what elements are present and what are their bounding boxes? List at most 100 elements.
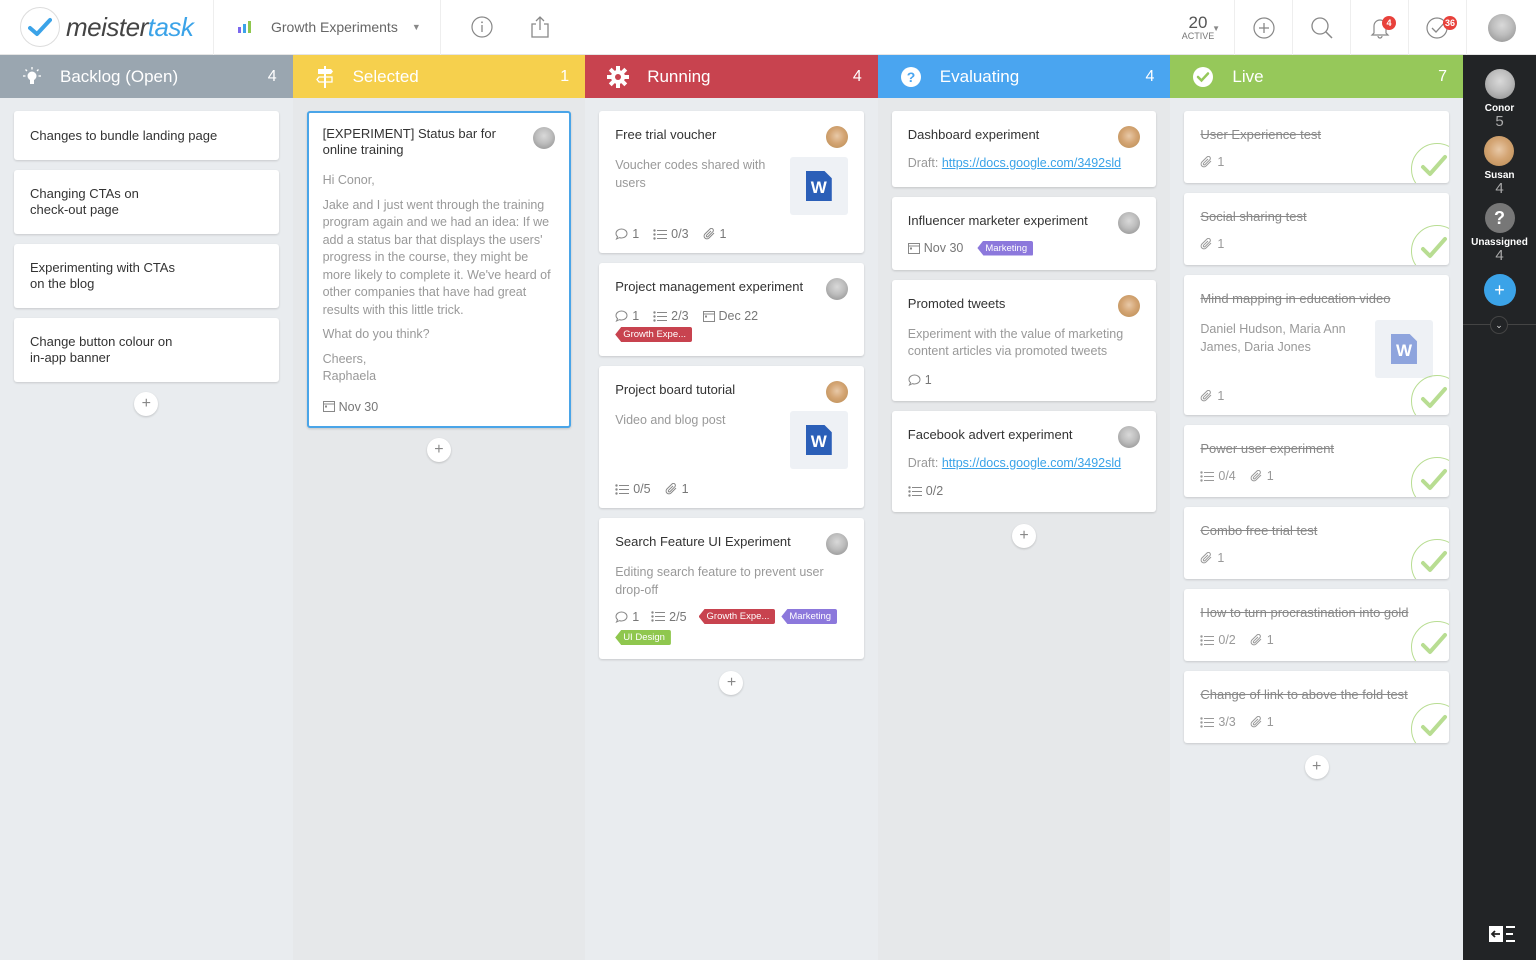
- top-bar: meistertask Growth Experiments ▼ 20 ACTI…: [0, 0, 1536, 55]
- tag-marketing[interactable]: Marketing: [781, 609, 838, 624]
- assignee-filter-unassigned[interactable]: ? Unassigned 4: [1471, 203, 1528, 264]
- tag-marketing[interactable]: Marketing: [977, 240, 1034, 256]
- desc-paragraph: Hi Conor,: [322, 173, 375, 187]
- add-task-button[interactable]: +: [719, 671, 744, 695]
- assignee-avatar: [825, 126, 848, 148]
- tag-growth[interactable]: Growth Expe...: [615, 327, 693, 342]
- completed-check-icon[interactable]: [1410, 225, 1449, 265]
- card-meta: 1: [908, 373, 1141, 387]
- comments: 1: [615, 610, 639, 624]
- add-task-button[interactable]: +: [1012, 524, 1037, 548]
- task-card-completed[interactable]: User Experience test 1: [1184, 111, 1449, 183]
- checklist: 2/5: [651, 610, 687, 624]
- paperclip-icon: [1250, 469, 1262, 481]
- task-card[interactable]: Search Feature UI Experiment Editing sea…: [599, 518, 864, 659]
- due-date-text: Dec 22: [718, 309, 759, 323]
- my-tasks-button[interactable]: 36: [1408, 0, 1466, 55]
- lightbulb-icon: [23, 66, 41, 84]
- notifications-button[interactable]: 4: [1350, 0, 1408, 55]
- word-attachment-thumbnail[interactable]: W: [789, 157, 848, 215]
- task-card[interactable]: Change button colour on in-app banner: [14, 318, 279, 382]
- task-card[interactable]: Dashboard experiment Draft: https://docs…: [891, 111, 1157, 187]
- card-meta: Nov 30: [322, 400, 556, 414]
- attachments: 1: [1200, 389, 1224, 403]
- completed-check-icon[interactable]: [1410, 539, 1449, 579]
- assignee-filter-susan[interactable]: Susan 4: [1484, 136, 1515, 197]
- task-card-completed[interactable]: Social sharing test 1: [1184, 193, 1449, 265]
- paperclip-icon: [1250, 633, 1262, 645]
- column-header[interactable]: Backlog (Open) 4: [0, 55, 293, 98]
- task-card[interactable]: Free trial voucher Voucher codes shared …: [599, 111, 864, 253]
- column-count: 1: [560, 67, 570, 85]
- expand-chevron-icon[interactable]: ⌄: [1490, 316, 1508, 334]
- share-button[interactable]: [511, 0, 569, 55]
- column-header[interactable]: Running 4: [585, 55, 878, 98]
- column-header[interactable]: Selected 1: [292, 55, 586, 98]
- logo[interactable]: meistertask: [0, 0, 214, 55]
- check-circle-icon: [1193, 66, 1214, 87]
- add-task-button[interactable]: +: [134, 392, 159, 416]
- task-card[interactable]: Changes to bundle landing page: [14, 111, 279, 160]
- column-header[interactable]: ? Evaluating 4: [877, 55, 1171, 98]
- assignee-filter-conor[interactable]: Conor 5: [1484, 69, 1515, 130]
- user-menu[interactable]: [1466, 0, 1536, 55]
- checklist-count: 0/5: [633, 482, 651, 496]
- tag-growth[interactable]: Growth Expe...: [698, 609, 776, 624]
- task-card-completed[interactable]: Change of link to above the fold test 3/3…: [1184, 671, 1449, 743]
- column-selected: Selected 1 [EXPERIMENT] Status bar for o…: [292, 55, 586, 960]
- card-title: [EXPERIMENT] Status bar for online train…: [322, 126, 496, 157]
- task-card[interactable]: Experimenting with CTAs on the blog: [14, 244, 279, 308]
- card-title: Social sharing test: [1200, 209, 1307, 224]
- add-button[interactable]: [1234, 0, 1292, 55]
- task-card-selected[interactable]: [EXPERIMENT] Status bar for online train…: [306, 111, 572, 428]
- card-tags: Growth Expe...: [615, 327, 848, 342]
- word-attachment-thumbnail[interactable]: W: [1374, 320, 1433, 378]
- project-selector[interactable]: Growth Experiments ▼: [214, 0, 441, 55]
- checklist-count: 0/4: [1218, 469, 1236, 483]
- card-title: Experimenting with CTAs on the blog: [30, 260, 175, 291]
- comments: 1: [615, 309, 639, 323]
- column-title: Backlog (Open): [60, 66, 179, 86]
- task-card[interactable]: Facebook advert experiment Draft: https:…: [891, 410, 1157, 512]
- task-card-completed[interactable]: Power user experiment 0/4 1: [1184, 425, 1449, 497]
- completed-check-icon[interactable]: [1410, 621, 1449, 661]
- task-card[interactable]: Promoted tweets Experiment with the valu…: [891, 279, 1157, 401]
- sidebar-divider: ⌄: [1463, 316, 1536, 334]
- completed-check-icon[interactable]: [1410, 703, 1449, 743]
- completed-check-icon[interactable]: [1410, 143, 1449, 183]
- column-running: Running 4 Free trial voucher Voucher cod…: [585, 55, 878, 960]
- task-card-completed[interactable]: Combo free trial test 1: [1184, 507, 1449, 579]
- collapse-sidebar-button[interactable]: [1489, 925, 1515, 948]
- info-button[interactable]: [453, 0, 511, 55]
- task-card[interactable]: Influencer marketer experiment Nov 30 Ma…: [891, 196, 1157, 270]
- paperclip-icon: [665, 482, 676, 494]
- comment-count: 1: [632, 309, 640, 323]
- card-title: Facebook advert experiment: [907, 426, 1073, 442]
- task-card-completed[interactable]: How to turn procrastination into gold 0/2…: [1184, 589, 1449, 661]
- word-attachment-thumbnail[interactable]: W: [789, 411, 848, 469]
- column-header[interactable]: Live 7: [1170, 55, 1463, 98]
- completed-check-icon[interactable]: [1410, 375, 1449, 415]
- task-card-completed[interactable]: Mind mapping in education video Daniel Hu…: [1184, 275, 1449, 415]
- draft-link[interactable]: https://docs.google.com/3492sld: [942, 456, 1121, 470]
- completed-check-icon[interactable]: [1410, 457, 1449, 497]
- paperclip-icon: [1250, 715, 1262, 727]
- tag-ui-design[interactable]: UI Design: [615, 630, 671, 645]
- card-meta: 1: [1200, 551, 1433, 565]
- add-member-button[interactable]: +: [1483, 274, 1516, 306]
- checklist-count: 0/3: [671, 227, 689, 241]
- active-tasks-filter[interactable]: 20 ACTIVE ▼: [1162, 0, 1234, 55]
- column-count: 7: [1438, 67, 1447, 85]
- attachments: 1: [1200, 551, 1224, 565]
- checklist-icon: [1200, 470, 1215, 482]
- add-task-button[interactable]: +: [426, 437, 451, 462]
- task-card[interactable]: Project board tutorial Video and blog po…: [599, 366, 864, 508]
- add-task-button[interactable]: +: [1304, 755, 1329, 779]
- task-card[interactable]: Changing CTAs on check-out page: [14, 170, 279, 234]
- unassigned-icon: ?: [1484, 203, 1515, 233]
- question-icon: ?: [900, 66, 921, 87]
- task-card[interactable]: Project management experiment 1 2/3 Dec …: [599, 263, 864, 356]
- draft-link[interactable]: https://docs.google.com/3492sld: [942, 156, 1121, 170]
- search-button[interactable]: [1292, 0, 1350, 55]
- assignee-count: 4: [1495, 180, 1504, 197]
